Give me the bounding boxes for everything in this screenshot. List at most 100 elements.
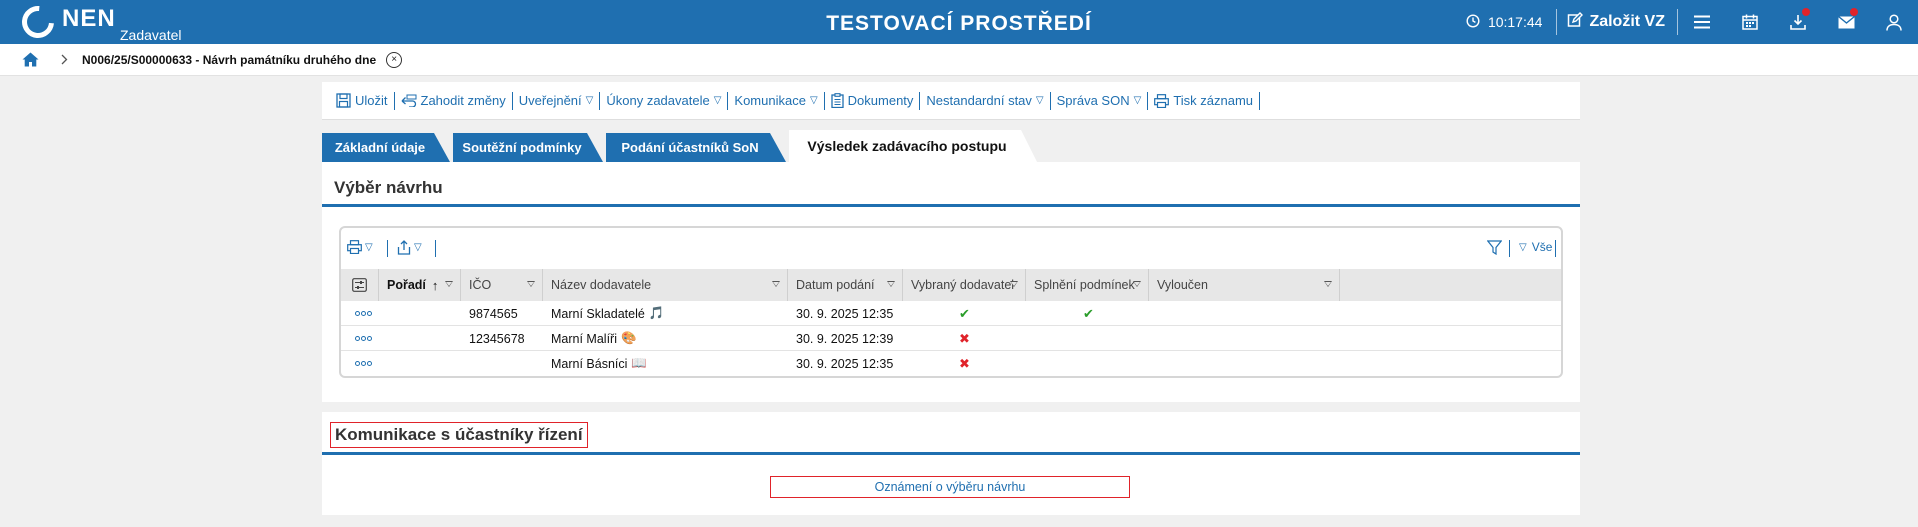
grid-export-button[interactable]: ▽ [397,240,422,255]
user-icon [1886,13,1902,31]
grid-filter-button[interactable] [1487,240,1502,255]
tab-basic-info[interactable]: Základní údaje [322,133,450,162]
column-header-label: Pořadí [387,278,426,292]
cell-submission-date: 30. 9. 2025 12:39 [796,331,894,346]
filter-icon [1487,240,1502,255]
row-actions-icon[interactable] [355,361,372,366]
filter-all-toggle[interactable]: ▽ Vše [1519,240,1552,254]
column-header-label: Datum podání [796,278,875,292]
book-icon: 📖 [631,356,647,370]
contracting-acts-label: Úkony zadavatele [606,93,710,108]
chevron-right-icon [61,54,68,65]
tab-participant-submissions[interactable]: Podání účastníků SoN [606,133,786,162]
tab-procedure-result[interactable]: Výsledek zadávacího postupu [789,130,1037,162]
contracting-acts-menu[interactable]: Úkony zadavatele ▽ [600,93,727,108]
column-header-supplier-name[interactable]: Název dodavatele [543,269,788,301]
suppliers-grid: ▽ ▽ ▽ Vše Pořadí ↑ IČO Název dodavatele … [339,226,1563,378]
documents-icon [831,93,844,108]
grid-separator [1509,240,1510,257]
table-row[interactable]: 12345678 Marní Malíři 🎨 30. 9. 2025 12:3… [341,326,1561,351]
communication-menu[interactable]: Komunikace ▽ [728,93,823,108]
column-header-submission-date[interactable]: Datum podání [788,269,903,301]
column-filter-icon[interactable] [445,281,453,287]
supplier-name: Marní Malíři [551,331,617,346]
tab-label: Podání účastníků SoN [621,140,759,155]
column-filter-icon[interactable] [1324,281,1332,287]
column-filter-icon[interactable] [887,281,895,287]
column-header-label: Vybraný dodavatel [911,278,1015,292]
communication-label: Komunikace [734,93,806,108]
save-button[interactable]: Uložit [330,93,394,108]
logo-text: NEN [62,5,116,32]
create-vz-label: Založit VZ [1589,13,1665,30]
filter-all-label: Vše [1531,240,1553,254]
edit-icon [1567,11,1584,33]
session-clock: 10:17:44 [1466,13,1557,31]
home-button[interactable] [22,52,39,67]
grid-toolbar: ▽ ▽ ▽ Vše [341,228,1561,268]
column-settings-button[interactable] [341,269,379,301]
column-header-ico[interactable]: IČO [461,269,543,301]
breadcrumb: N006/25/S00000633 - Návrh památníku druh… [0,44,1918,76]
not-selected-cross-icon: ✖ [959,355,970,371]
tab-competition-conditions[interactable]: Soutěžní podmínky [453,133,603,162]
nonstandard-state-menu[interactable]: Nestandardní stav ▽ [920,93,1049,108]
caret-down-icon: ▽ [414,242,422,253]
cell-ico [461,351,469,376]
column-filter-icon[interactable] [1133,281,1141,287]
mail-icon [1837,15,1855,28]
cell-ico: 9874565 [469,306,518,321]
design-selection-panel: Výběr návrhu ▽ ▽ ▽ Vše Pořadí ↑ IČO Náze… [322,162,1580,402]
column-header-label: Název dodavatele [551,278,652,292]
column-filter-icon[interactable] [772,281,780,287]
print-record-label: Tisk záznamu [1173,93,1254,108]
table-row[interactable]: Marní Básníci 📖 30. 9. 2025 12:35 ✖ [341,351,1561,376]
print-record-button[interactable]: Tisk záznamu [1148,93,1259,108]
column-header-conditions-met[interactable]: Splnění podmínek [1026,269,1149,301]
cell-supplier-name: Marní Malíři 🎨 [543,326,637,351]
table-row[interactable]: 9874565 Marní Skladatelé 🎵 30. 9. 2025 1… [341,301,1561,326]
son-management-label: Správa SON [1056,93,1130,108]
column-header-selected-supplier[interactable]: Vybraný dodavatel [903,269,1026,301]
tab-label: Výsledek zadávacího postupu [807,138,1007,154]
discard-changes-button[interactable]: Zahodit změny [395,93,512,108]
top-bar: NEN Zadavatel TESTOVACÍ PROSTŘEDÍ 10:17:… [0,0,1918,45]
column-filter-icon[interactable] [527,281,535,287]
conditions-check-icon: ✔ [1083,305,1094,321]
calendar-button[interactable] [1726,0,1774,44]
son-management-menu[interactable]: Správa SON ▽ [1051,93,1148,108]
user-profile-button[interactable] [1870,0,1918,44]
nen-logo[interactable]: NEN [15,0,116,45]
column-header-order[interactable]: Pořadí ↑ [379,269,461,301]
publication-menu[interactable]: Uveřejnění ▽ [513,93,600,108]
caret-down-icon: ▽ [1133,95,1142,106]
selection-notice-button[interactable]: Oznámení o výběru návrhu [770,476,1130,498]
music-note-icon: 🎵 [648,306,665,320]
documents-button[interactable]: Dokumenty [825,93,920,108]
print-icon [347,240,362,254]
cell-supplier-name: Marní Skladatelé 🎵 [543,301,664,326]
main-menu-button[interactable] [1678,0,1726,44]
save-icon [336,93,351,108]
row-actions-icon[interactable] [355,336,372,341]
clock-icon [1466,13,1480,31]
nonstandard-state-label: Nestandardní stav [926,93,1032,108]
column-header-excluded[interactable]: Vyloučen [1149,269,1340,301]
column-filter-icon[interactable] [1010,281,1018,287]
print-icon [1154,93,1170,108]
create-vz-button[interactable]: Založit VZ [1557,11,1677,33]
record-toolbar: Uložit Zahodit změny Uveřejnění ▽ Úkony … [322,82,1580,120]
documents-label: Dokumenty [847,93,914,108]
caret-down-icon: ▽ [713,95,722,106]
close-icon[interactable]: × [386,51,403,68]
undo-icon [401,94,417,107]
messages-button[interactable] [1822,0,1870,44]
tab-label: Soutěžní podmínky [462,140,582,155]
breadcrumb-current[interactable]: N006/25/S00000633 - Návrh památníku druh… [82,53,376,67]
row-actions-icon[interactable] [355,311,372,316]
palette-icon: 🎨 [620,331,637,345]
export-icon [397,240,411,255]
section-title: Komunikace s účastníky řízení [335,425,583,444]
downloads-button[interactable] [1774,0,1822,44]
grid-print-button[interactable]: ▽ [347,240,373,254]
